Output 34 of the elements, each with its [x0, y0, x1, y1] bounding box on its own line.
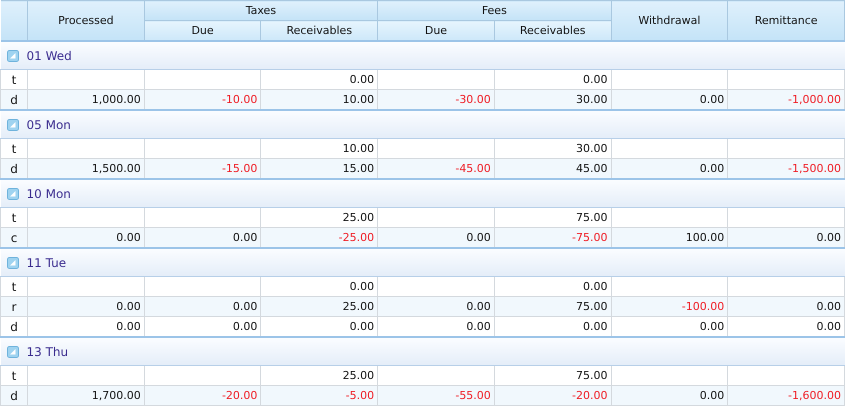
row-label: d	[0, 386, 28, 406]
table-cell: 0.00	[728, 296, 844, 316]
column-header[interactable]: Processed	[28, 0, 144, 41]
row-label: d	[0, 90, 28, 110]
group-label: 11 Tue	[26, 256, 66, 270]
row-label: d	[0, 158, 28, 179]
table-cell: -20.00	[144, 386, 261, 406]
collapse-icon[interactable]	[6, 50, 18, 62]
collapse-icon[interactable]	[6, 346, 18, 358]
column-group-header: Fees	[378, 0, 612, 20]
table-cell: 0.00	[378, 296, 494, 316]
table-cell: 75.00	[494, 296, 612, 316]
group-label: 13 Thu	[26, 344, 68, 358]
row-label: r	[0, 296, 28, 316]
group-label: 01 Wed	[26, 48, 72, 62]
row-label: c	[0, 228, 28, 248]
collapse-icon[interactable]	[6, 118, 18, 130]
table-cell: -100.00	[611, 296, 728, 316]
column-header[interactable]: Withdrawal	[611, 0, 728, 41]
collapse-icon[interactable]	[6, 256, 18, 268]
table-cell: 25.00	[260, 296, 378, 316]
table-cell: 1,700.00	[28, 386, 144, 406]
table-cell: -55.00	[378, 386, 494, 406]
group-label: 10 Mon	[26, 186, 71, 200]
group-label: 05 Mon	[26, 118, 71, 132]
table-cell: 0.00	[28, 296, 144, 316]
table-cell: 0.00	[144, 296, 261, 316]
table-cell: -20.00	[494, 386, 612, 406]
table-cell: 0.00	[611, 386, 728, 406]
table-cell: -5.00	[260, 386, 378, 406]
table-cell: -1,600.00	[728, 386, 844, 406]
collapse-icon[interactable]	[6, 188, 18, 200]
column-group-header: Taxes	[144, 0, 378, 20]
column-header[interactable]: Remittance	[728, 0, 844, 41]
